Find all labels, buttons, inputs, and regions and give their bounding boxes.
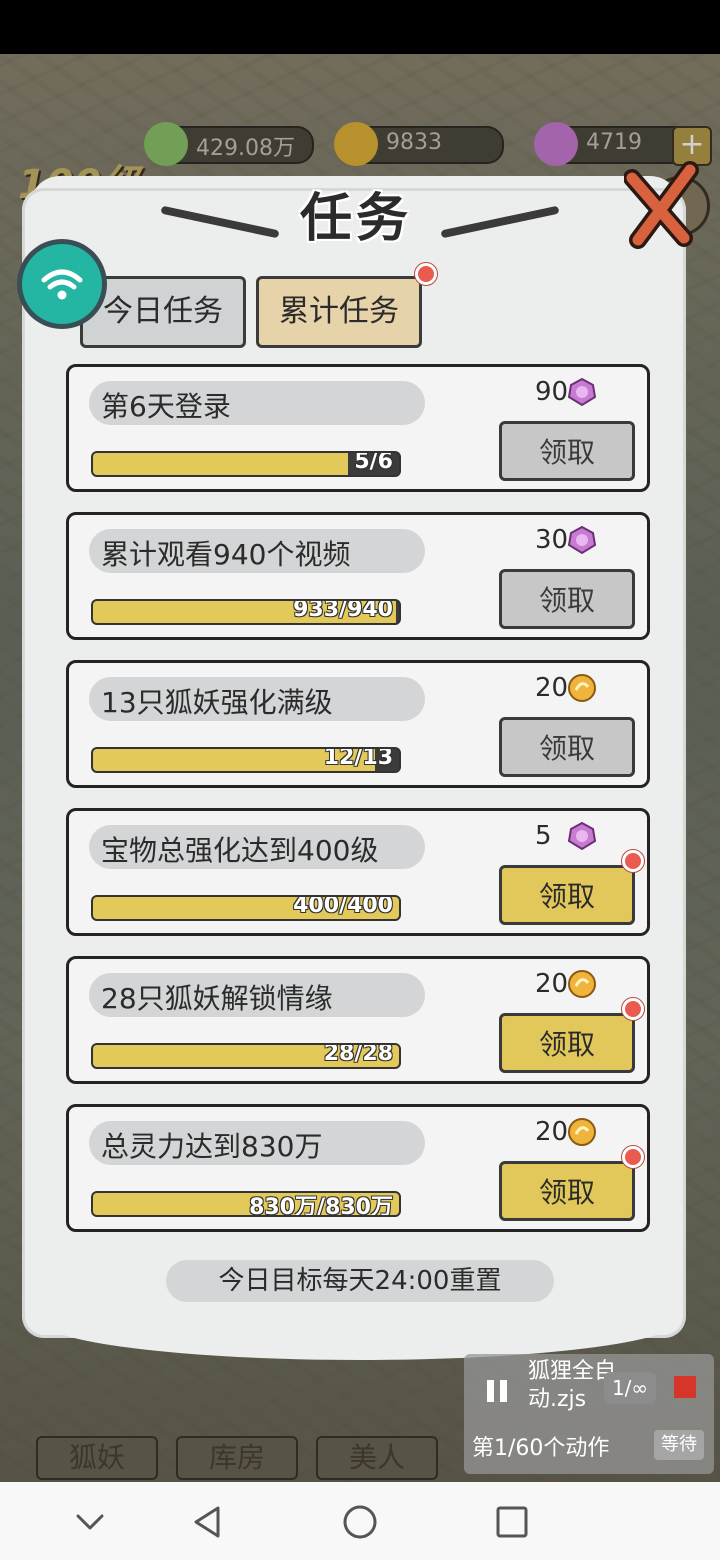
task-card: 宝物总强化达到400级 400/400 5 领取 [66, 808, 650, 936]
task-progress-text: 12/13 [323, 747, 393, 770]
gold-coin-icon [568, 970, 596, 998]
task-reward: 20 [535, 1117, 596, 1147]
notification-dot [415, 263, 437, 285]
task-progress-bar: 12/13 [91, 747, 401, 773]
task-reward-amount: 20 [535, 969, 569, 999]
close-icon [623, 161, 699, 249]
automation-widget: 狐狸全自动.zjs 1/∞ 第1/60个动作 等待 [464, 1354, 714, 1474]
task-title: 第6天登录 [101, 390, 231, 423]
claim-button[interactable]: 领取 [499, 717, 635, 777]
tab-today-tasks[interactable]: 今日任务 [80, 276, 246, 348]
task-reward: 5 [535, 821, 597, 851]
task-title: 28只狐妖解锁情缘 [101, 982, 333, 1015]
task-title: 累计观看940个视频 [101, 538, 351, 571]
home-circle-icon[interactable] [338, 1500, 382, 1544]
task-progress-text: 28/28 [323, 1043, 393, 1066]
pause-icon[interactable] [482, 1376, 512, 1406]
task-card: 总灵力达到830万 830万/830万 20 领取 [66, 1104, 650, 1232]
task-progress-text: 933/940 [293, 599, 393, 622]
claim-button-label: 领取 [538, 1028, 595, 1061]
claim-button[interactable]: 领取 [499, 569, 635, 629]
task-progress-text: 830万/830万 [249, 1195, 393, 1217]
claim-button[interactable]: 领取 [499, 998, 644, 1073]
task-reward: 30 [535, 525, 597, 555]
notification-dot [622, 998, 644, 1020]
task-progress-bar: 830万/830万 [91, 1191, 401, 1217]
tab-cumulative-tasks[interactable]: 累计任务 [256, 263, 437, 348]
tab-cumulative-label: 累计任务 [279, 294, 399, 329]
claim-button[interactable]: 领取 [499, 1146, 644, 1221]
task-title: 总灵力达到830万 [101, 1130, 323, 1163]
gold-coin-icon [568, 1118, 596, 1146]
task-reward-amount: 20 [535, 673, 569, 703]
task-card: 累计观看940个视频 933/940 30 领取 [66, 512, 650, 640]
claim-button-label: 领取 [538, 1176, 595, 1209]
back-triangle-icon[interactable] [186, 1500, 230, 1544]
notification-dot [622, 850, 644, 872]
claim-button-label: 领取 [538, 880, 595, 913]
task-card: 28只狐妖解锁情缘 28/28 20 领取 [66, 956, 650, 1084]
wifi-icon [41, 269, 83, 300]
task-reward-amount: 5 [535, 821, 552, 851]
back-chevron-icon[interactable] [68, 1500, 112, 1544]
recents-square-icon[interactable] [490, 1500, 534, 1544]
claim-button-label: 领取 [538, 436, 595, 469]
task-progress-bar: 28/28 [91, 1043, 401, 1069]
task-reward-amount: 20 [535, 1117, 569, 1147]
task-reward: 20 [535, 673, 596, 703]
task-card: 第6天登录 5/6 90 领取 [66, 364, 650, 492]
task-progress-text: 400/400 [293, 895, 393, 918]
automation-status: 等待 [654, 1430, 704, 1460]
task-progress-fill [93, 453, 348, 475]
close-button[interactable] [623, 160, 702, 250]
task-title: 宝物总强化达到400级 [101, 834, 379, 867]
gold-coin-icon [568, 674, 596, 702]
system-nav-bar [0, 1482, 720, 1560]
reset-note: 今日目标每天24:00重置 [166, 1260, 554, 1302]
task-progress-bar: 400/400 [91, 895, 401, 921]
task-title: 13只狐妖强化满级 [101, 686, 333, 719]
claim-button[interactable]: 领取 [499, 850, 644, 925]
task-progress-bar: 933/940 [91, 599, 401, 625]
task-reward: 90 [535, 377, 597, 407]
task-progress-bar: 5/6 [91, 451, 401, 477]
task-reward-amount: 90 [535, 377, 569, 407]
purple-gem-icon [567, 525, 597, 555]
purple-gem-icon [567, 821, 597, 851]
task-card: 13只狐妖强化满级 12/13 20 领取 [66, 660, 650, 788]
automation-progress: 第1/60个动作 [472, 1436, 610, 1461]
claim-button-label: 领取 [538, 584, 595, 617]
stop-icon[interactable] [674, 1376, 696, 1398]
task-reward-amount: 30 [535, 525, 569, 555]
automation-loop-count: 1/∞ [604, 1372, 656, 1404]
task-reward: 20 [535, 969, 596, 999]
purple-gem-icon [567, 377, 597, 407]
notification-dot [622, 1146, 644, 1168]
claim-button-label: 领取 [538, 732, 595, 765]
dialog-title: 任务 [300, 189, 413, 249]
task-progress-text: 5/6 [354, 451, 393, 474]
floating-wifi-button[interactable] [22, 244, 102, 324]
claim-button[interactable]: 领取 [499, 421, 635, 481]
